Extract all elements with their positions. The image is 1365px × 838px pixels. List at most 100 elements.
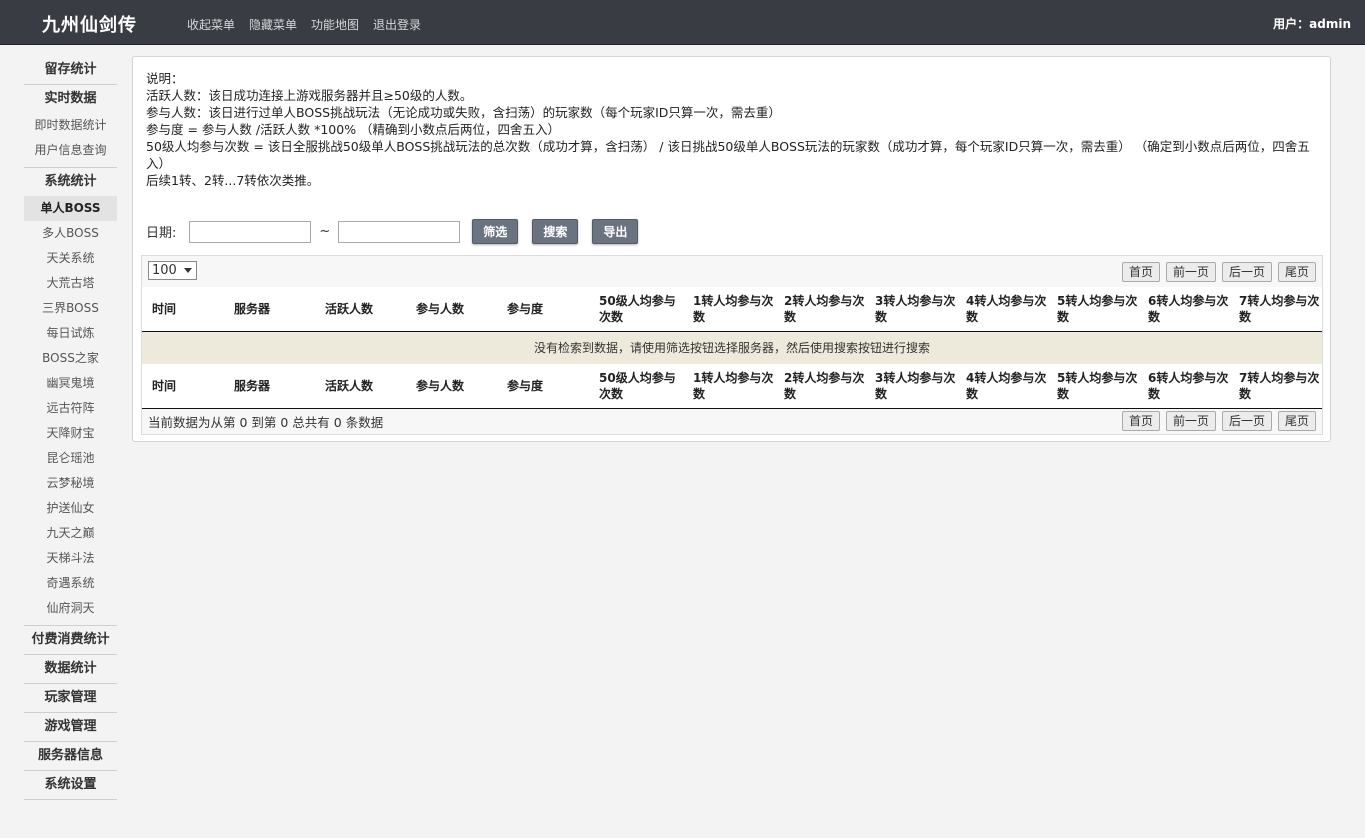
desc-title: 说明：: [146, 71, 184, 86]
sidebar-item-daily-trial[interactable]: 每日试炼: [24, 321, 117, 346]
sidebar-group-server[interactable]: 服务器信息: [24, 742, 117, 771]
date-label: 日期:: [146, 226, 177, 241]
sidebar-item-dahuang-tower[interactable]: 大荒古塔: [24, 271, 117, 296]
col-server: 服务器: [234, 378, 271, 393]
col-lv50-avg[interactable]: 50级人均参与次数: [589, 287, 683, 331]
first-page-button[interactable]: 首页: [1121, 411, 1160, 431]
start-date-input[interactable]: [189, 220, 312, 243]
realtime-submenu: 即时数据统计 用户信息查询: [24, 113, 117, 168]
sidebar-group-system[interactable]: 系统统计: [24, 168, 117, 196]
desc-followup: 后续1转、2转...7转依次类推。: [146, 173, 320, 188]
col-z1-avg: 1转人均参与次数: [693, 370, 774, 401]
top-nav: 收起菜单 隐藏菜单 功能地图 退出登录: [187, 16, 421, 33]
date-separator: ~: [319, 224, 331, 239]
col-z4-avg[interactable]: 4转人均参与次数: [956, 287, 1047, 331]
sidebar-item-sanjie-boss[interactable]: 三界BOSS: [24, 296, 117, 321]
filter-bar: 日期: ~ 筛选 搜索 导出: [146, 219, 639, 244]
col-z5-avg: 5转人均参与次数: [1057, 370, 1138, 401]
col-z2-avg: 2转人均参与次数: [784, 370, 865, 401]
end-date-input[interactable]: [338, 220, 461, 243]
top-header: 九州仙剑传 收起菜单 隐藏菜单 功能地图 退出登录 用户：admin: [0, 0, 1365, 45]
sidebar-group-settings[interactable]: 系统设置: [24, 771, 117, 800]
col-z3-avg[interactable]: 3转人均参与次数: [865, 287, 956, 331]
next-page-button[interactable]: 后一页: [1221, 411, 1272, 431]
col-z6-avg: 6转人均参与次数: [1148, 370, 1229, 401]
desc-average: 50级人均参与次数 = 该日全服挑战50级单人BOSS挑战玩法的总次数（成功才算…: [146, 139, 1310, 171]
last-page-button[interactable]: 尾页: [1277, 262, 1316, 282]
desc-active: 活跃人数：该日成功连接上游戏服务器并且≥50级的人数。: [146, 88, 473, 103]
sidebar-item-xianfu[interactable]: 仙府洞天: [24, 596, 117, 621]
pager-top: 首页 前一页 后一页 尾页: [1121, 262, 1316, 282]
col-z4-avg: 4转人均参与次数: [966, 370, 1047, 401]
prev-page-button[interactable]: 前一页: [1165, 411, 1216, 431]
col-participation[interactable]: 参与度: [497, 287, 589, 331]
table-info: 当前数据为从第 0 到第 0 总共有 0 条数据: [148, 415, 384, 430]
first-page-button[interactable]: 首页: [1121, 262, 1160, 282]
sidebar-item-realtime-stats[interactable]: 即时数据统计: [24, 113, 117, 138]
sidebar-group-retention[interactable]: 留存统计: [24, 56, 117, 85]
search-button[interactable]: 搜索: [532, 219, 579, 244]
desc-participants: 参与人数：该日进行过单人BOSS挑战玩法（无论成功或失败，含扫荡）的玩家数（每个…: [146, 105, 781, 120]
last-page-button[interactable]: 尾页: [1277, 411, 1316, 431]
prev-page-button[interactable]: 前一页: [1165, 262, 1216, 282]
col-z7-avg[interactable]: 7转人均参与次数: [1229, 287, 1322, 331]
description: 说明： 活跃人数：该日成功连接上游戏服务器并且≥50级的人数。 参与人数：该日进…: [146, 70, 1321, 189]
sidebar-item-boss-home[interactable]: BOSS之家: [24, 346, 117, 371]
col-z6-avg[interactable]: 6转人均参与次数: [1138, 287, 1229, 331]
empty-message: 没有检索到数据，请使用筛选按钮选择服务器，然后使用搜索按钮进行搜索: [142, 332, 1322, 365]
sidebar-group-payment[interactable]: 付费消费统计: [24, 626, 117, 655]
col-z5-avg[interactable]: 5转人均参与次数: [1047, 287, 1138, 331]
sidebar-item-single-boss[interactable]: 单人BOSS: [24, 196, 117, 221]
col-server[interactable]: 服务器: [224, 287, 315, 331]
sidebar-item-youming[interactable]: 幽冥鬼境: [24, 371, 117, 396]
page-size-value: 100: [152, 263, 177, 278]
sidebar-item-yunmeng[interactable]: 云梦秘境: [24, 471, 117, 496]
sidebar-item-ladder[interactable]: 天梯斗法: [24, 546, 117, 571]
col-time: 时间: [152, 378, 177, 393]
col-participation: 参与度: [507, 378, 544, 393]
page-size-select[interactable]: 100: [148, 261, 197, 280]
data-table-box: 100 首页 前一页 后一页 尾页 时间 服务器 活跃人数 参与人数 参与度 5…: [141, 255, 1323, 435]
sidebar-item-escort[interactable]: 护送仙女: [24, 496, 117, 521]
table-footer-header: 时间 服务器 活跃人数 参与人数 参与度 50级人均参与次数 1转人均参与次数 …: [142, 364, 1322, 409]
logout-link[interactable]: 退出登录: [373, 16, 421, 33]
col-lv50-avg: 50级人均参与次数: [599, 370, 676, 401]
header-row: 时间 服务器 活跃人数 参与人数 参与度 50级人均参与次数 1转人均参与次数 …: [142, 287, 1322, 331]
sidebar-item-adventure[interactable]: 奇遇系统: [24, 571, 117, 596]
sidebar-group-game[interactable]: 游戏管理: [24, 713, 117, 742]
col-z7-avg: 7转人均参与次数: [1239, 370, 1320, 401]
sidebar-group-player[interactable]: 玩家管理: [24, 684, 117, 713]
col-active[interactable]: 活跃人数: [315, 287, 406, 331]
sidebar-item-multi-boss[interactable]: 多人BOSS: [24, 221, 117, 246]
filter-button[interactable]: 筛选: [472, 219, 519, 244]
chevron-down-icon: [184, 268, 192, 273]
col-z1-avg[interactable]: 1转人均参与次数: [683, 287, 774, 331]
user-name: admin: [1309, 17, 1351, 31]
col-active: 活跃人数: [325, 378, 374, 393]
system-submenu: 单人BOSS 多人BOSS 天关系统 大荒古塔 三界BOSS 每日试炼 BOSS…: [24, 196, 117, 626]
col-z2-avg[interactable]: 2转人均参与次数: [774, 287, 865, 331]
sidebar-item-yuangu[interactable]: 远古符阵: [24, 396, 117, 421]
user-label: 用户：: [1273, 17, 1310, 31]
sidebar-item-user-query[interactable]: 用户信息查询: [24, 138, 117, 163]
sidebar-item-kunlun[interactable]: 昆仑瑶池: [24, 446, 117, 471]
sidebar-group-realtime[interactable]: 实时数据: [24, 85, 117, 113]
col-time[interactable]: 时间: [142, 287, 224, 331]
brand-title: 九州仙剑传: [42, 15, 137, 36]
col-participants: 参与人数: [416, 378, 465, 393]
footer-header-row: 时间 服务器 活跃人数 参与人数 参与度 50级人均参与次数 1转人均参与次数 …: [142, 364, 1322, 408]
sidebar: 留存统计 实时数据 即时数据统计 用户信息查询 系统统计 单人BOSS 多人BO…: [24, 56, 117, 800]
sidebar-item-tianguan[interactable]: 天关系统: [24, 246, 117, 271]
function-map-link[interactable]: 功能地图: [311, 16, 359, 33]
user-info: 用户：admin: [1273, 15, 1351, 32]
sidebar-item-jiutian[interactable]: 九天之巅: [24, 521, 117, 546]
sidebar-group-data[interactable]: 数据统计: [24, 655, 117, 684]
export-button[interactable]: 导出: [592, 219, 639, 244]
collapse-menu-link[interactable]: 收起菜单: [187, 16, 235, 33]
sidebar-item-tianjiang[interactable]: 天降财宝: [24, 421, 117, 446]
col-participants[interactable]: 参与人数: [406, 287, 497, 331]
main-panel: 说明： 活跃人数：该日成功连接上游戏服务器并且≥50级的人数。 参与人数：该日进…: [132, 56, 1331, 442]
hide-menu-link[interactable]: 隐藏菜单: [249, 16, 297, 33]
next-page-button[interactable]: 后一页: [1221, 262, 1272, 282]
table-header: 时间 服务器 活跃人数 参与人数 参与度 50级人均参与次数 1转人均参与次数 …: [142, 287, 1322, 332]
